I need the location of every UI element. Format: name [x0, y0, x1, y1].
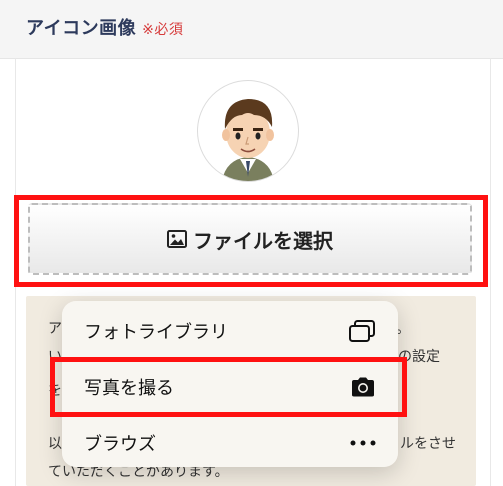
menu-item-browse[interactable]: ブラウズ	[62, 415, 398, 467]
notice-line-4-end: ルをさせ	[400, 436, 456, 452]
upload-source-menu: フォトライブラリ 写真を撮る ブラウズ	[62, 301, 398, 467]
menu-item-label: フォトライブラリ	[84, 321, 228, 343]
photo-library-icon	[349, 319, 375, 342]
left-divider	[15, 58, 16, 486]
more-icon	[350, 440, 376, 445]
file-select-label: ファイルを選択	[193, 228, 333, 253]
menu-item-take-photo[interactable]: 写真を撮る	[62, 359, 398, 414]
notice-line-1-start: ア	[48, 321, 62, 337]
avatar-illustration	[222, 99, 274, 181]
avatar	[197, 80, 299, 182]
notice-line-3-start: を	[48, 383, 62, 399]
right-divider	[490, 58, 491, 486]
field-title: アイコン画像 ※必須	[26, 14, 183, 40]
menu-item-photo-library[interactable]: フォトライブラリ	[62, 303, 398, 358]
required-badge: ※必須	[142, 22, 184, 38]
image-icon	[167, 230, 187, 248]
notice-line-2-start: い	[48, 349, 62, 365]
file-select-button[interactable]: ファイルを選択	[28, 203, 472, 275]
notice-line-1-end: 。	[396, 321, 410, 337]
camera-icon	[352, 377, 374, 396]
menu-item-label: ブラウズ	[84, 433, 156, 455]
menu-item-label: 写真を撮る	[84, 377, 174, 399]
notice-line-4-start: 以	[48, 436, 62, 452]
notice-line-2-end: の設定	[398, 349, 440, 365]
field-title-text: アイコン画像	[26, 18, 137, 39]
